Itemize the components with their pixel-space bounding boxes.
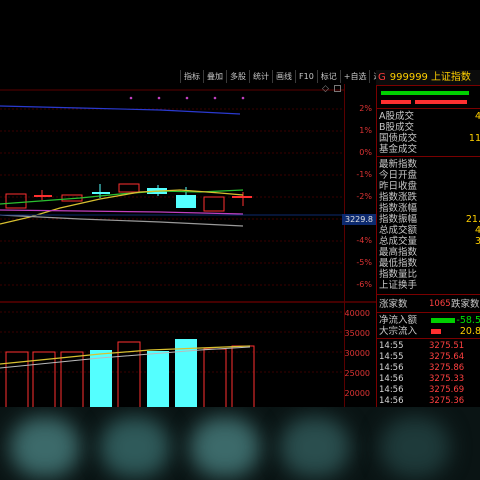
volume-axis-label: 30000	[344, 349, 370, 358]
stat-row: 指数振幅 21.	[379, 214, 480, 225]
stat-row: 指数量比	[379, 269, 418, 280]
volume-axis-label: 25000	[344, 369, 370, 378]
stat-row: 上证换手	[379, 280, 418, 291]
flow-row: 大宗流入 20.8	[379, 326, 480, 337]
stat-row: 总成交额 4	[379, 225, 480, 236]
group-marker: G	[378, 72, 386, 83]
stat-row: 基金成交	[379, 144, 418, 155]
ma-line-gray	[0, 214, 244, 227]
vol-ma-white	[0, 346, 251, 369]
stock-terminal-window: 指标 叠加 多股 统计 画线 F10 标记 +自选 返回 G999999上证指数	[0, 0, 480, 480]
stat-row: 最低指数	[379, 258, 418, 269]
ratio-bar-red-right	[415, 100, 467, 104]
stat-row: A股成交 4	[379, 111, 480, 122]
quote-header[interactable]: G 999999 上证指数	[376, 70, 480, 86]
diamond-icon[interactable]: ◇	[322, 84, 329, 94]
chart-canvas	[0, 89, 376, 414]
toolbar-stats-button[interactable]: 统计	[249, 70, 272, 83]
stat-row: 最新指数	[379, 159, 418, 170]
divider	[377, 294, 480, 295]
toolbar-overlay-button[interactable]: 叠加	[203, 70, 226, 83]
pct-axis-label: -5%	[356, 258, 372, 267]
tick-row: 14:56 3275.86	[379, 363, 465, 373]
toolbar-draw-line-button[interactable]: 画线	[272, 70, 295, 83]
chart-toolbar: 指标 叠加 多股 统计 画线 F10 标记 +自选 返回	[180, 70, 392, 83]
ratio-bar-red-left	[381, 100, 411, 104]
divider	[377, 312, 480, 313]
pct-axis-label: -2%	[356, 192, 372, 201]
volume-axis-label: 35000	[344, 329, 370, 338]
pct-axis-label: -6%	[356, 280, 372, 289]
pct-axis-label: 2%	[359, 104, 372, 113]
signal-dots	[129, 96, 245, 100]
index-code: 999999	[389, 72, 428, 83]
toolbar-mark-button[interactable]: 标记	[316, 70, 340, 83]
flow-row: 净流入额 -58.5	[379, 315, 480, 326]
breadth-row: 涨家数 1065 跌家数	[379, 299, 480, 310]
pct-axis-label: 1%	[359, 126, 372, 135]
volume-axis-label: 40000	[344, 309, 370, 318]
volume-axis-label: 20000	[344, 389, 370, 398]
pct-axis-label: -4%	[356, 236, 372, 245]
pct-axis-label: 0%	[359, 148, 372, 157]
price-chart-area[interactable]: ◇ 2% 1% 0% -1% -2% -3% -4% -5% -6% 3229.…	[0, 84, 376, 414]
stat-row: 总成交量 3	[379, 236, 480, 247]
divider	[377, 156, 480, 157]
tick-row: 14:56 3275.69	[379, 385, 465, 395]
ma-line-blue	[0, 105, 241, 115]
stat-row: 指数涨幅	[379, 203, 418, 214]
pct-axis-label: -1%	[356, 170, 372, 179]
index-name: 上证指数	[430, 72, 471, 83]
divider	[377, 108, 480, 109]
tick-row: 14:55 3275.64	[379, 352, 465, 362]
toolbar-indicator-button[interactable]: 指标	[180, 70, 203, 83]
square-icon[interactable]	[334, 85, 341, 92]
toolbar-f10-button[interactable]: F10	[295, 70, 317, 83]
stat-row: B股成交	[379, 122, 415, 133]
stat-row: 昨日收盘	[379, 181, 418, 192]
divider	[377, 338, 480, 339]
blurred-reflection	[0, 407, 480, 480]
stat-row: 最高指数	[379, 247, 418, 258]
index-info-panel: A股成交 4 B股成交 国债成交 11 基金成交 最新指数 今日开盘 昨日收盘 指数…	[376, 86, 480, 416]
stat-row: 国债成交 11	[379, 133, 480, 144]
toolbar-add-watchlist-button[interactable]: +自选	[339, 70, 370, 83]
up-ratio-bar	[381, 91, 469, 95]
volume-bars	[5, 339, 255, 414]
toolbar-multi-stock-button[interactable]: 多股	[226, 70, 249, 83]
tick-row: 14:56 3275.36	[379, 396, 465, 406]
tick-row: 14:55 3275.51	[379, 341, 465, 351]
stat-row: 指数涨跌	[379, 192, 418, 203]
tick-row: 14:56 3275.33	[379, 374, 465, 384]
stat-row: 今日开盘	[379, 170, 418, 181]
current-price-tag: 3229.8	[342, 214, 376, 225]
